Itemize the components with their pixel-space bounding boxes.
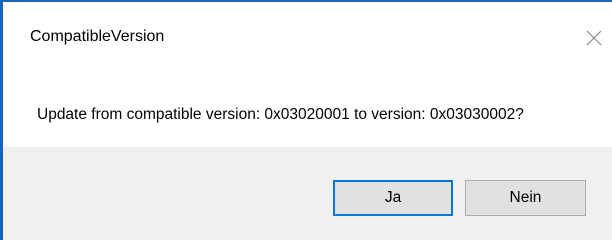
yes-button[interactable]: Ja: [333, 180, 453, 216]
dialog-message: Update from compatible version: 0x030200…: [37, 106, 524, 123]
no-button[interactable]: Nein: [465, 180, 586, 216]
window-frame: CompatibleVersion Update from compatible…: [0, 0, 612, 240]
dialog-footer: Ja Nein: [3, 147, 612, 240]
message-dialog: CompatibleVersion Update from compatible…: [3, 2, 612, 240]
close-icon: [586, 30, 602, 46]
dialog-title: CompatibleVersion: [30, 28, 165, 45]
close-button[interactable]: [584, 28, 604, 48]
